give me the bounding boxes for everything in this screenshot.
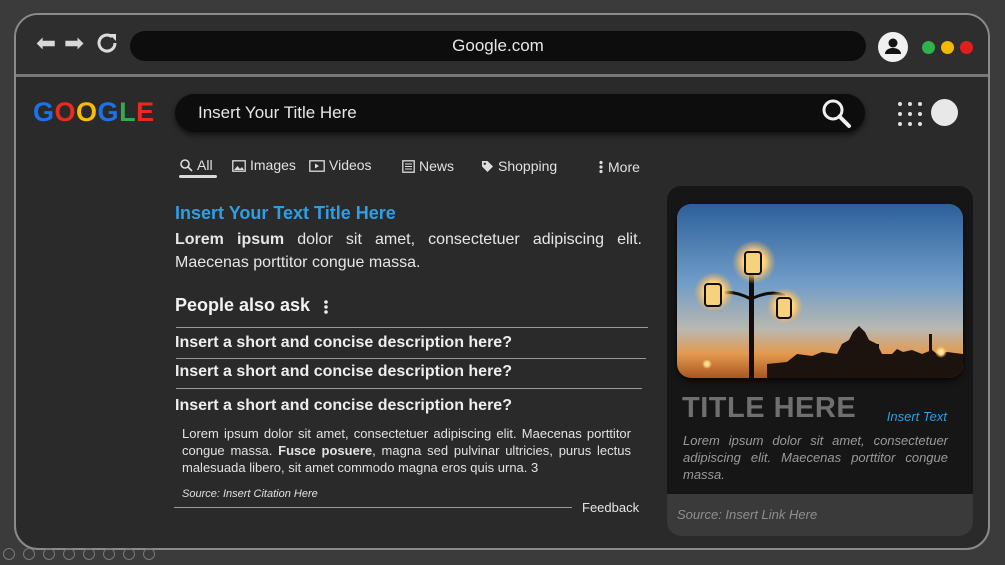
people-also-ask-heading: People also ask (175, 295, 311, 315)
divider (174, 507, 572, 508)
tab-more[interactable]: More (598, 158, 640, 176)
question-item[interactable]: Insert a short and concise description h… (175, 334, 512, 352)
feedback-link[interactable]: Feedback (582, 500, 639, 515)
divider (176, 327, 648, 328)
tab-label: Shopping (498, 158, 558, 174)
divider (176, 358, 646, 359)
tab-videos[interactable]: Videos (309, 156, 372, 174)
browser-window: ⬅ ➡ Google.com GOOGLE Insert Your Title … (14, 13, 990, 550)
window-dot-yellow[interactable] (941, 41, 954, 54)
card-insert-text[interactable]: Insert Text (887, 409, 947, 424)
google-logo[interactable]: GOOGLE (33, 97, 155, 128)
answer-text: Lorem ipsum dolor sit amet, consectetuer… (182, 425, 631, 476)
tab-label: All (197, 157, 213, 173)
logo-letter: G (97, 97, 120, 127)
more-options-icon[interactable] (323, 299, 329, 320)
tab-label: Images (250, 157, 296, 173)
search-icon (180, 159, 193, 172)
card-title: TITLE HERE (682, 392, 857, 424)
card-source-link[interactable]: Source: Insert Link Here (667, 494, 973, 536)
tab-label: More (608, 159, 640, 175)
knowledge-card: TITLE HERE Insert Text Lorem ipsum dolor… (667, 186, 973, 536)
subtitles-icon[interactable] (103, 548, 115, 560)
more-vertical-icon (599, 160, 603, 174)
search-input[interactable]: Insert Your Title Here (198, 94, 357, 132)
logo-letter: G (33, 97, 55, 127)
tab-label: Videos (329, 157, 372, 173)
tab-news[interactable]: News (402, 157, 454, 175)
tab-all[interactable]: All (179, 156, 213, 174)
result-title[interactable]: Insert Your Text Title Here (175, 203, 396, 224)
address-bar[interactable]: Google.com (130, 31, 866, 61)
apps-grid-icon[interactable] (896, 100, 924, 133)
search-bar[interactable]: Insert Your Title Here (175, 94, 865, 132)
tab-label: News (419, 158, 455, 174)
active-tab-indicator (179, 175, 217, 178)
window-dot-red[interactable] (960, 41, 973, 54)
back-arrow-icon[interactable]: ⬅ (36, 32, 56, 56)
video-icon (309, 160, 325, 172)
window-dot-green[interactable] (922, 41, 935, 54)
more-options-icon[interactable] (143, 548, 155, 560)
tag-icon (482, 161, 493, 172)
logo-letter: L (119, 97, 137, 127)
news-icon (402, 160, 415, 173)
reload-icon[interactable] (94, 30, 120, 61)
slides-overview-icon[interactable] (63, 548, 75, 560)
logo-letter: O (54, 97, 77, 127)
zoom-icon[interactable] (83, 548, 95, 560)
browser-toolbar: ⬅ ➡ Google.com (16, 15, 988, 77)
divider (176, 388, 642, 389)
forward-arrow-icon[interactable]: ➡ (64, 32, 84, 56)
next-slide-icon[interactable] (23, 548, 35, 560)
question-item[interactable]: Insert a short and concise description h… (175, 363, 512, 381)
image-icon (232, 160, 246, 172)
answer-bold: Fusce posuere (278, 443, 373, 458)
pen-icon[interactable] (43, 548, 55, 560)
card-image[interactable] (677, 204, 963, 378)
tab-shopping[interactable]: Shopping (481, 157, 557, 175)
user-profile-icon[interactable] (878, 32, 908, 62)
search-icon[interactable] (819, 96, 853, 135)
result-description: Lorem ipsum dolor sit amet, consectetuer… (175, 228, 642, 274)
result-bold-lead: Lorem ipsum (175, 231, 285, 248)
card-description: Lorem ipsum dolor sit amet, consectetuer… (683, 433, 948, 482)
question-item-expanded[interactable]: Insert a short and concise description h… (175, 397, 512, 415)
logo-letter: O (76, 97, 98, 127)
citation-source: Source: Insert Citation Here (182, 488, 318, 500)
screen-icon[interactable] (123, 548, 135, 560)
tab-images[interactable]: Images (232, 156, 296, 174)
account-avatar[interactable] (931, 99, 958, 126)
previous-slide-icon[interactable] (3, 548, 15, 560)
logo-letter: E (136, 97, 155, 127)
